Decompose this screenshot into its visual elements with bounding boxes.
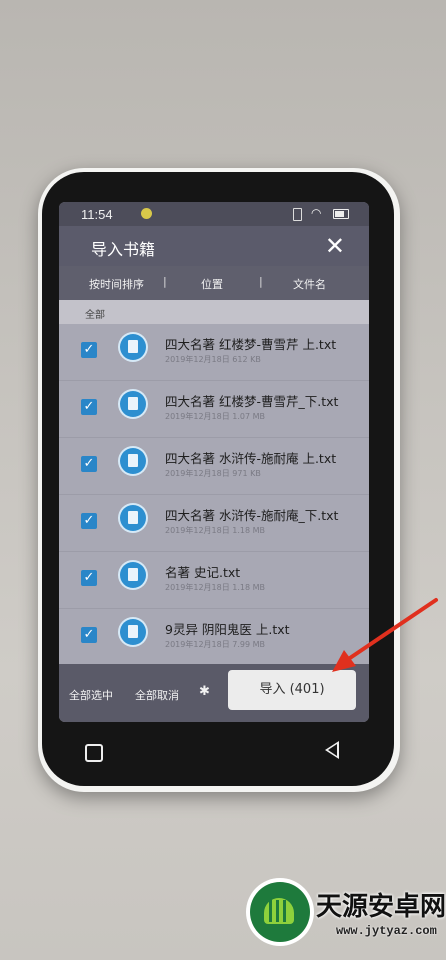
android-logo-icon — [250, 882, 310, 942]
watermark: 天源安卓网 www.jytyaz.com — [250, 878, 446, 960]
red-arrow-annotation — [332, 598, 438, 672]
arrow-head — [332, 650, 356, 672]
arrow-shaft — [342, 598, 438, 664]
watermark-title: 天源安卓网 — [316, 892, 446, 922]
watermark-url: www.jytyaz.com — [336, 924, 437, 938]
